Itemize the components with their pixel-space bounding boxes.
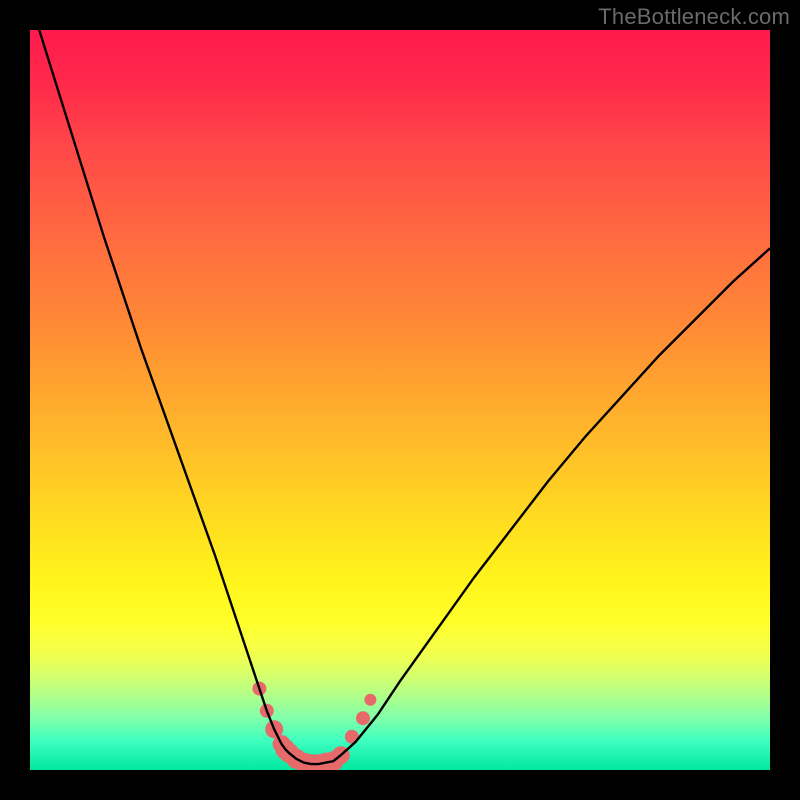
outer-frame: TheBottleneck.com <box>0 0 800 800</box>
bottleneck-curve <box>30 30 770 764</box>
plot-area <box>30 30 770 770</box>
marker-point <box>364 694 376 706</box>
marker-group <box>252 682 376 770</box>
watermark-text: TheBottleneck.com <box>598 4 790 30</box>
marker-point <box>356 711 370 725</box>
chart-svg <box>30 30 770 770</box>
